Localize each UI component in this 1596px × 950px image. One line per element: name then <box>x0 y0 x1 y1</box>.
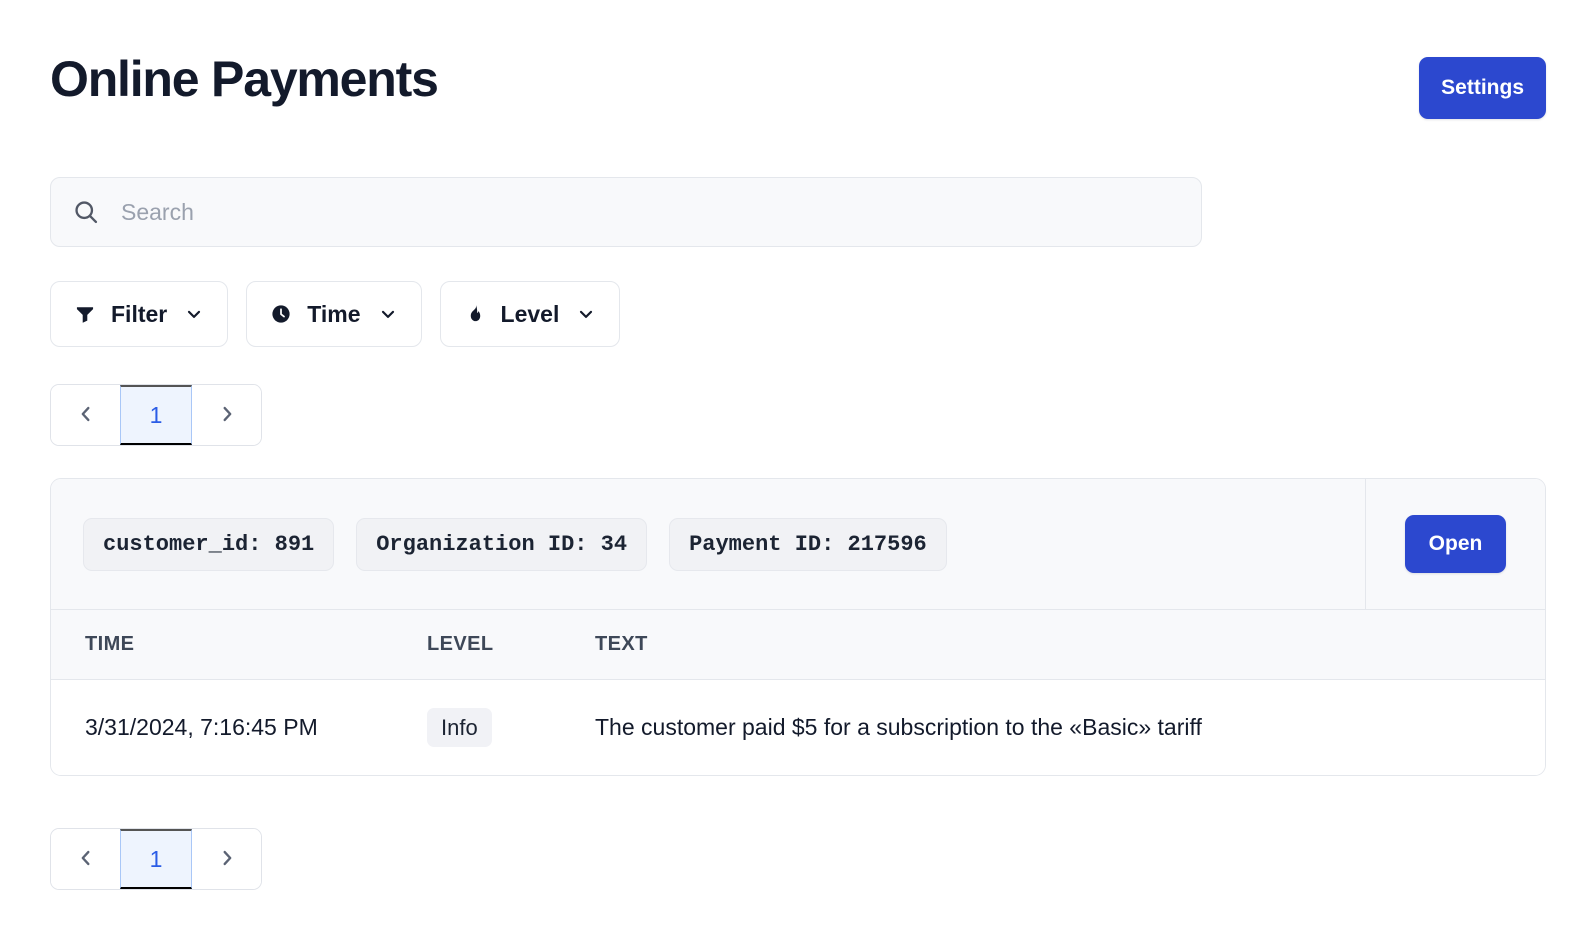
page-header: Online Payments Settings <box>50 48 1546 124</box>
table-header-row: TIME LEVEL TEXT <box>51 610 1545 680</box>
pagination-prev-button[interactable] <box>51 385 120 445</box>
table-row[interactable]: 3/31/2024, 7:16:45 PM Info The customer … <box>51 679 1545 776</box>
flame-icon <box>463 302 487 326</box>
log-table-body: 3/31/2024, 7:16:45 PM Info The customer … <box>51 679 1545 776</box>
filter-button[interactable]: Filter <box>50 281 229 347</box>
tag-organization-id[interactable]: Organization ID: 34 <box>356 517 648 571</box>
search-icon <box>71 197 101 227</box>
level-button-label: Level <box>500 300 560 327</box>
log-card-header: customer_id: 891 Organization ID: 34 Pay… <box>51 479 1545 610</box>
chevron-left-icon <box>75 403 97 428</box>
chevron-left-icon <box>75 847 97 872</box>
time-button[interactable]: Time <box>246 281 422 347</box>
cell-level: Info <box>427 679 595 776</box>
chevron-down-icon <box>575 303 597 325</box>
cell-time: 3/31/2024, 7:16:45 PM <box>51 679 427 776</box>
open-button[interactable]: Open <box>1404 515 1507 573</box>
clock-icon <box>269 302 293 326</box>
log-table: TIME LEVEL TEXT 3/31/2024, 7:16:45 PM In… <box>51 610 1545 776</box>
level-button[interactable]: Level <box>439 281 621 347</box>
pagination-page-1[interactable]: 1 <box>120 829 192 889</box>
column-header-time: TIME <box>51 610 427 680</box>
filter-toolbar: Filter Time Level <box>50 281 621 347</box>
pagination-prev-button[interactable] <box>51 829 120 889</box>
log-table-header: TIME LEVEL TEXT <box>51 610 1545 680</box>
cell-text: The customer paid $5 for a subscription … <box>595 679 1545 776</box>
pagination-next-button[interactable] <box>192 385 261 445</box>
page-root: Online Payments Settings Filter <box>0 0 1596 950</box>
log-card: customer_id: 891 Organization ID: 34 Pay… <box>50 478 1546 777</box>
search-input[interactable] <box>119 178 1181 246</box>
log-tag-list: customer_id: 891 Organization ID: 34 Pay… <box>51 479 1365 609</box>
funnel-icon <box>73 302 97 326</box>
search-bar[interactable] <box>50 177 1202 247</box>
time-button-label: Time <box>307 300 361 327</box>
page-title: Online Payments <box>50 51 439 107</box>
pagination-bottom: 1 <box>50 828 262 890</box>
chevron-down-icon <box>377 303 399 325</box>
chevron-right-icon <box>216 403 238 428</box>
column-header-level: LEVEL <box>427 610 595 680</box>
status-badge: Info <box>427 708 492 748</box>
pagination-next-button[interactable] <box>192 829 261 889</box>
pagination-top: 1 <box>50 384 262 446</box>
chevron-down-icon <box>183 303 205 325</box>
column-header-text: TEXT <box>595 610 1545 680</box>
log-card-action: Open <box>1365 479 1545 609</box>
tag-customer-id[interactable]: customer_id: 891 <box>83 517 335 571</box>
pagination-page-1[interactable]: 1 <box>120 385 192 445</box>
chevron-right-icon <box>216 847 238 872</box>
filter-button-label: Filter <box>111 300 168 327</box>
tag-payment-id[interactable]: Payment ID: 217596 <box>669 517 947 571</box>
settings-button[interactable]: Settings <box>1419 57 1546 119</box>
